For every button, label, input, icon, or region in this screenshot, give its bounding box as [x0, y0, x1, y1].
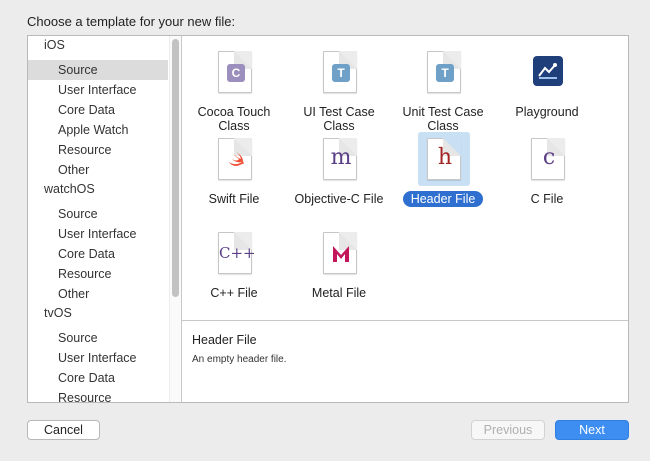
template-metal-file[interactable]: Metal File — [287, 226, 391, 312]
template-c-file[interactable]: c C File — [495, 132, 599, 218]
template-label: Header File — [391, 191, 495, 207]
template-label-text: Playground — [515, 105, 579, 119]
dialog-prompt: Choose a template for your new file: — [27, 14, 236, 29]
sidebar-item-watchos-source[interactable]: Source — [28, 204, 168, 224]
new-file-dialog: Choose a template for your new file: iOS… — [0, 0, 650, 461]
next-button[interactable]: Next — [555, 420, 629, 440]
template-playground[interactable]: Playground — [495, 45, 599, 131]
template-icon-box: T — [314, 45, 366, 99]
template-label-text: Unit Test Case Class — [402, 105, 484, 133]
template-glyph: T — [436, 64, 454, 82]
template-chooser-panel: iOS Source User Interface Core Data Apple Wa… — [27, 35, 629, 403]
sidebar-item-ios-apple-watch[interactable]: Apple Watch — [28, 120, 168, 140]
template-label: Swift File — [182, 192, 286, 206]
ui-test-case-class-icon: T — [323, 51, 357, 93]
sidebar-item-tvos-user-interface[interactable]: User Interface — [28, 348, 168, 368]
sidebar-item-ios-source[interactable]: Source — [28, 60, 168, 80]
sidebar-item-ios-core-data[interactable]: Core Data — [28, 100, 168, 120]
template-icon-box: h — [418, 132, 470, 186]
template-swift-file[interactable]: Swift File — [182, 132, 286, 218]
template-label-text: C++ File — [210, 286, 258, 300]
template-icon-box — [209, 132, 261, 186]
sidebar-item-ios-user-interface[interactable]: User Interface — [28, 80, 168, 100]
header-file-icon: h — [427, 138, 461, 180]
template-icon-box — [522, 45, 574, 99]
sidebar-item-tvos-source[interactable]: Source — [28, 328, 168, 348]
template-glyph: C — [227, 64, 245, 82]
sidebar-item-ios-other[interactable]: Other — [28, 160, 168, 180]
template-cpp-file[interactable]: C++ C++ File — [182, 226, 286, 312]
template-description: Header File An empty header file. — [182, 320, 628, 402]
platform-header: tvOS — [44, 306, 72, 320]
template-glyph: h — [437, 145, 453, 170]
template-icon-box: C++ — [209, 226, 261, 280]
template-glyph: T — [332, 64, 350, 82]
template-label-text: Metal File — [311, 286, 367, 300]
template-label-text: Objective-C File — [294, 192, 384, 206]
template-label: UI Test Case Class — [287, 105, 391, 133]
template-icon-box: C — [209, 45, 261, 99]
platform-header: watchOS — [44, 182, 95, 196]
sidebar-scrollbar[interactable] — [169, 36, 181, 402]
template-label-text: Cocoa Touch Class — [197, 105, 271, 133]
objective-c-file-icon: m — [323, 138, 357, 180]
sidebar-scroll-thumb[interactable] — [172, 39, 179, 297]
sidebar-item-tvos-resource[interactable]: Resource — [28, 388, 168, 402]
template-objective-c-file[interactable]: m Objective-C File — [287, 132, 391, 218]
sidebar-item-tvos-core-data[interactable]: Core Data — [28, 368, 168, 388]
template-glyph: C++ — [219, 244, 256, 262]
template-label-text: Swift File — [208, 192, 260, 206]
template-unit-test-case-class[interactable]: T Unit Test Case Class — [391, 45, 495, 133]
platform-sidebar: iOS Source User Interface Core Data Apple Wa… — [28, 36, 182, 402]
template-cocoa-touch-class[interactable]: C Cocoa Touch Class — [182, 45, 286, 133]
platform-header: iOS — [44, 38, 65, 52]
description-title: Header File — [192, 333, 257, 347]
cocoa-touch-class-icon: C — [218, 51, 252, 93]
template-label: Unit Test Case Class — [391, 105, 495, 133]
c-file-icon: c — [531, 138, 565, 180]
description-body: An empty header file. — [192, 354, 287, 365]
template-ui-test-case-class[interactable]: T UI Test Case Class — [287, 45, 391, 133]
template-icon-box: c — [522, 132, 574, 186]
template-icon-box — [314, 226, 366, 280]
template-glyph: c — [542, 145, 556, 170]
sidebar-item-watchos-user-interface[interactable]: User Interface — [28, 224, 168, 244]
unit-test-case-class-icon: T — [427, 51, 461, 93]
metal-file-icon — [323, 232, 357, 274]
playground-icon — [533, 56, 563, 86]
template-label: Playground — [495, 105, 599, 119]
template-label-text: Header File — [402, 191, 484, 207]
template-label: C File — [495, 192, 599, 206]
cancel-button[interactable]: Cancel — [27, 420, 100, 440]
template-label-text: UI Test Case Class — [303, 105, 375, 133]
template-header-file[interactable]: h Header File — [391, 132, 495, 218]
swift-file-icon — [218, 138, 252, 180]
sidebar-item-watchos-resource[interactable]: Resource — [28, 264, 168, 284]
template-label-text: C File — [530, 192, 564, 206]
sidebar-item-watchos-other[interactable]: Other — [28, 284, 168, 304]
template-label: Objective-C File — [287, 192, 391, 206]
template-label: Metal File — [287, 286, 391, 300]
sidebar-item-ios-resource[interactable]: Resource — [28, 140, 168, 160]
template-label: C++ File — [182, 286, 286, 300]
sidebar-item-watchos-core-data[interactable]: Core Data — [28, 244, 168, 264]
template-glyph: m — [330, 145, 352, 170]
previous-button[interactable]: Previous — [471, 420, 545, 440]
template-icon-box: T — [418, 45, 470, 99]
template-icon-box: m — [314, 132, 366, 186]
template-label: Cocoa Touch Class — [182, 105, 286, 133]
template-grid: C Cocoa Touch Class T UI Test Case Class T Unit… — [182, 36, 628, 320]
cpp-file-icon: C++ — [218, 232, 256, 274]
